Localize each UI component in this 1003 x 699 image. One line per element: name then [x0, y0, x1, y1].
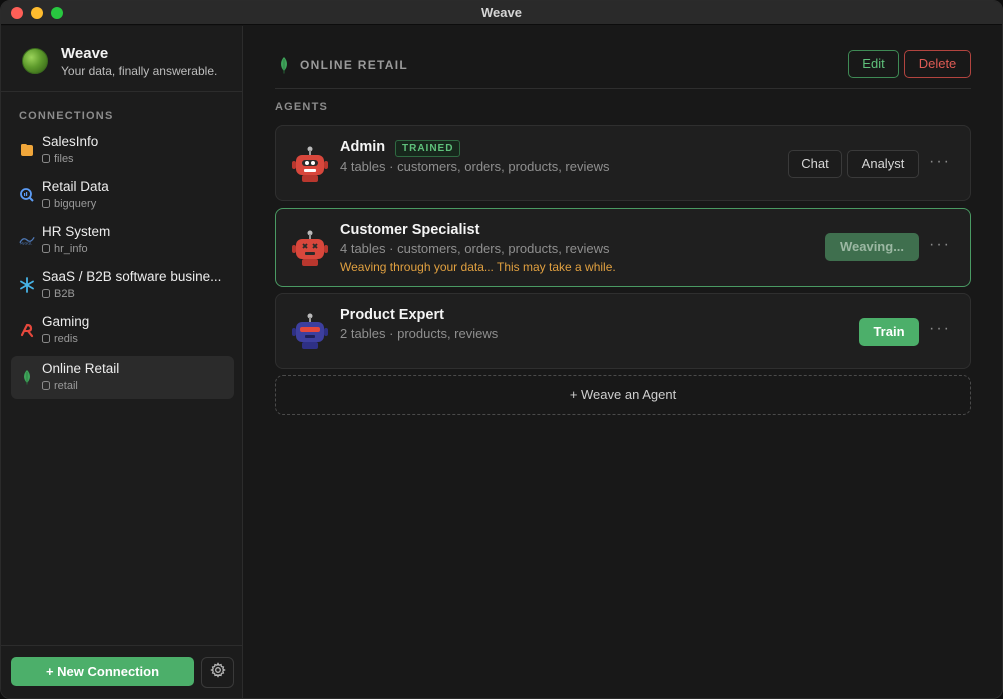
connection-db: files	[42, 153, 74, 165]
agent-card-customer-specialist: Customer Specialist 4 tables · customers…	[275, 208, 971, 287]
database-icon	[42, 199, 50, 208]
connection-db: redis	[42, 333, 78, 345]
connection-db: B2B	[42, 288, 75, 300]
database-icon	[42, 289, 50, 298]
agent-name: Customer Specialist	[340, 222, 480, 238]
connection-name: SaaS / B2B software busine...	[42, 269, 222, 284]
folder-icon	[19, 142, 35, 158]
connection-db-name: files	[54, 153, 74, 165]
database-icon	[42, 334, 50, 343]
agent-meta: 4 tables · customers, orders, products, …	[340, 159, 610, 174]
connections-section-label: CONNECTIONS	[19, 110, 114, 122]
agent-meta: 2 tables · products, reviews	[340, 326, 499, 341]
connection-db-name: redis	[54, 333, 78, 345]
brand-header: Weave Your data, finally answerable.	[1, 26, 242, 92]
robot-avatar-icon	[290, 228, 330, 268]
database-icon	[42, 381, 50, 390]
sidebar: Weave Your data, finally answerable. CON…	[1, 26, 243, 698]
sidebar-item-retail-data[interactable]: Retail Data bigquery	[11, 174, 234, 217]
title-bar: Weave	[1, 1, 1002, 25]
edit-button[interactable]: Edit	[848, 50, 899, 78]
sidebar-item-gaming[interactable]: Gaming redis	[11, 309, 234, 352]
weaving-status-text: Weaving through your data... This may ta…	[340, 260, 616, 274]
connection-db: retail	[42, 380, 78, 392]
connection-db-name: bigquery	[54, 198, 97, 210]
connection-name: Gaming	[42, 314, 90, 329]
more-options-button[interactable]: ···	[929, 236, 951, 254]
brand-tagline: Your data, finally answerable.	[61, 64, 218, 78]
sidebar-item-salesinfo[interactable]: SalesInfo files	[11, 129, 234, 172]
mongodb-leaf-icon	[279, 56, 289, 79]
weave-agent-button[interactable]: + Weave an Agent	[275, 375, 971, 415]
agent-name: Admin	[340, 139, 386, 155]
database-icon	[42, 154, 50, 163]
database-icon	[42, 244, 50, 253]
gear-icon	[209, 662, 226, 683]
window-title: Weave	[481, 5, 522, 20]
connection-db-name: B2B	[54, 288, 75, 300]
train-button[interactable]: Train	[859, 318, 919, 346]
agent-card-admin: Admin TRAINED 4 tables · customers, orde…	[275, 125, 971, 201]
weave-logo-icon	[22, 48, 48, 74]
more-options-button[interactable]: ···	[929, 153, 951, 171]
connection-db-name: retail	[54, 380, 78, 392]
connection-name: SalesInfo	[42, 134, 99, 149]
agents-section-label: AGENTS	[275, 101, 329, 113]
connection-db: bigquery	[42, 198, 96, 210]
main-panel: ONLINE RETAIL Edit Delete AGENTS Admin T…	[244, 26, 1002, 698]
header-divider	[275, 88, 971, 89]
sidebar-item-hr-system[interactable]: MySQL HR System hr_info	[11, 219, 234, 262]
snowflake-icon	[19, 277, 35, 293]
connection-db-name: hr_info	[54, 243, 88, 255]
robot-avatar-icon	[290, 144, 330, 184]
app-window: Weave Weave Your data, finally answerabl…	[0, 0, 1003, 699]
mongodb-leaf-icon	[19, 369, 35, 385]
connection-name: Online Retail	[42, 361, 120, 376]
agent-meta: 4 tables · customers, orders, products, …	[340, 241, 610, 256]
robot-avatar-icon	[290, 311, 330, 351]
svg-text:MySQL: MySQL	[20, 241, 32, 245]
sidebar-footer: + New Connection	[1, 645, 242, 698]
mysql-icon: MySQL	[19, 232, 35, 248]
more-options-button[interactable]: ···	[929, 320, 951, 338]
bigquery-icon	[19, 187, 35, 203]
weaving-button[interactable]: Weaving...	[825, 233, 919, 261]
connection-name: Retail Data	[42, 179, 109, 194]
chat-button[interactable]: Chat	[788, 150, 842, 178]
new-connection-button[interactable]: + New Connection	[11, 657, 194, 686]
page-title: ONLINE RETAIL	[300, 58, 409, 72]
agent-card-product-expert: Product Expert 2 tables · products, revi…	[275, 293, 971, 369]
redis-icon	[19, 322, 35, 338]
connection-db: hr_info	[42, 243, 88, 255]
delete-button[interactable]: Delete	[904, 50, 971, 78]
sidebar-item-online-retail[interactable]: Online Retail retail	[11, 356, 234, 399]
settings-button[interactable]	[201, 657, 234, 688]
analyst-button[interactable]: Analyst	[847, 150, 919, 178]
trained-status-badge: TRAINED	[395, 140, 461, 157]
connection-name: HR System	[42, 224, 111, 239]
brand-name: Weave	[61, 45, 109, 62]
sidebar-item-saas-b2b[interactable]: SaaS / B2B software busine... B2B	[11, 264, 234, 307]
agent-name: Product Expert	[340, 307, 444, 323]
